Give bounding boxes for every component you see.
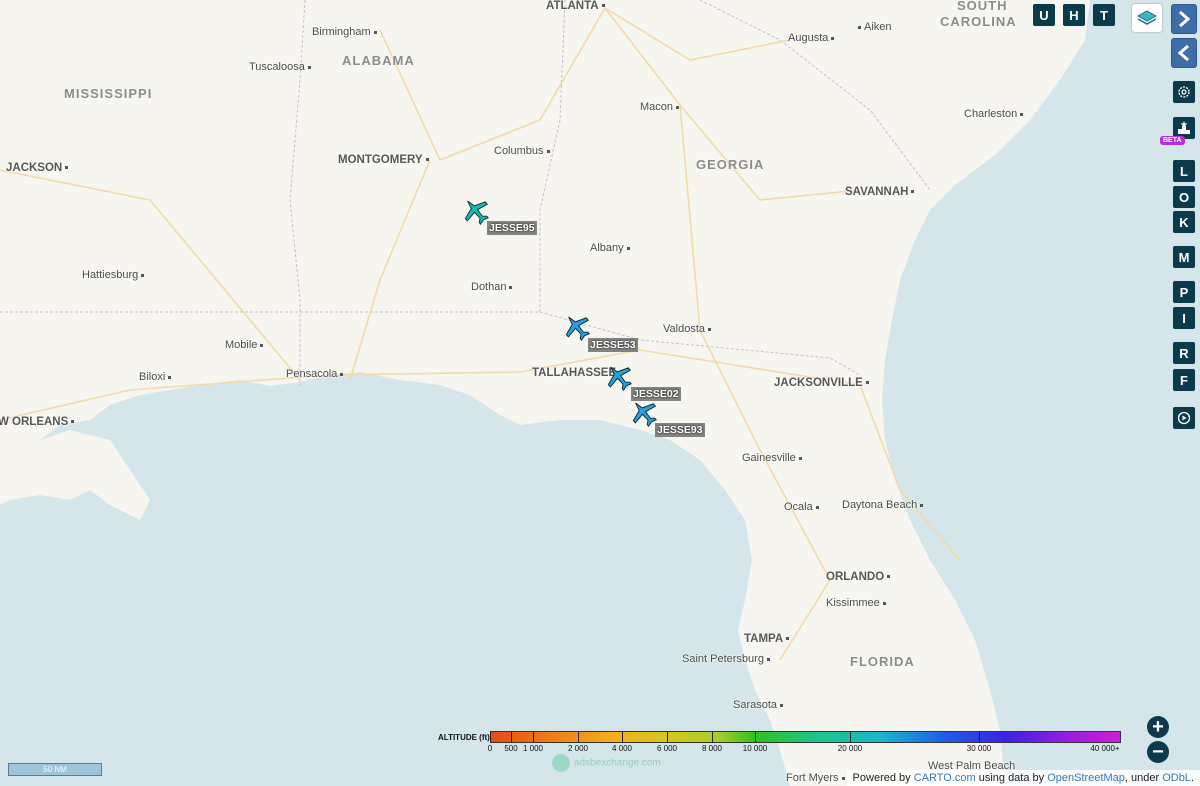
zoom-out-button[interactable]: − <box>1147 741 1169 763</box>
city-label: Kissimmee <box>826 597 886 609</box>
city-label: ORLANDO <box>826 571 891 583</box>
legend-tick <box>667 732 668 743</box>
replay-icon <box>1177 411 1191 425</box>
legend-tick <box>755 732 756 743</box>
legend-tick <box>712 732 713 743</box>
aircraft-callsign[interactable]: JESSE95 <box>487 221 537 235</box>
toggle-r-button[interactable]: R <box>1173 342 1195 364</box>
settings-button[interactable] <box>1173 81 1195 103</box>
osm-link[interactable]: OpenStreetMap <box>1047 772 1125 784</box>
city-label: Gainesville <box>742 452 802 464</box>
legend-tick-label: 20 000 <box>837 744 863 753</box>
legend-tick-label: 8 000 <box>701 744 723 753</box>
city-label: Charleston <box>964 108 1024 120</box>
city-label: Columbus <box>494 145 550 157</box>
city-label: Tuscaloosa <box>249 61 311 73</box>
city-label: Augusta <box>788 32 835 44</box>
scale-bar: 50 NM <box>8 763 102 776</box>
podium-icon <box>1178 121 1190 134</box>
aircraft-callsign[interactable]: JESSE93 <box>655 423 705 437</box>
carto-link[interactable]: CARTO.com <box>914 772 976 784</box>
toggle-m-button[interactable]: M <box>1173 246 1195 268</box>
chevron-left-icon <box>1177 44 1189 62</box>
legend-tick <box>490 732 491 743</box>
legend-tick-label: 1 000 <box>522 744 544 753</box>
expand-panel-button[interactable] <box>1171 4 1197 34</box>
toggle-f-button[interactable]: F <box>1173 369 1195 391</box>
city-label: JACKSON <box>6 162 69 174</box>
aircraft-callsign[interactable]: JESSE53 <box>588 338 638 352</box>
legend-tick-label: 40 000+ <box>1090 744 1120 753</box>
city-label: W ORLEANS <box>0 416 75 428</box>
legend-tick <box>511 732 512 743</box>
layers-button[interactable] <box>1132 4 1162 32</box>
altitude-legend-title: ALTITUDE (ft) <box>438 733 490 742</box>
odbl-link[interactable]: ODbL <box>1162 772 1191 784</box>
city-label: Saint Petersburg <box>682 653 770 665</box>
watermark: adsbexchange.com <box>552 754 661 772</box>
aircraft-icon[interactable] <box>604 362 634 392</box>
legend-tick-label: 4 000 <box>611 744 633 753</box>
city-label: Fort Myers <box>786 772 845 784</box>
city-label: JACKSONVILLE <box>774 377 869 389</box>
altitude-gradient-bar <box>490 731 1121 743</box>
state-label: ALABAMA <box>342 53 415 68</box>
state-label: FLORIDA <box>850 654 915 669</box>
legend-tick <box>622 732 623 743</box>
legend-tick-label: 500 <box>504 744 518 753</box>
legend-tick-label: 2 000 <box>567 744 589 753</box>
city-label: Pensacola <box>286 368 344 380</box>
toggle-i-button[interactable]: I <box>1173 307 1195 329</box>
toggle-k-button[interactable]: K <box>1173 211 1195 233</box>
watermark-logo-icon <box>552 754 570 772</box>
city-label: Albany <box>590 242 630 254</box>
legend-tick <box>979 732 980 743</box>
attribution: Powered by CARTO.com using data by OpenS… <box>846 770 1200 786</box>
city-label: ATLANTA <box>546 0 605 12</box>
city-label: Dothan <box>471 281 513 293</box>
city-label: SAVANNAH <box>845 186 915 198</box>
city-label: Aiken <box>858 21 892 33</box>
city-label: Biloxi <box>139 371 172 383</box>
collapse-panel-button[interactable] <box>1171 38 1197 68</box>
city-label: Ocala <box>784 501 819 513</box>
legend-tick <box>578 732 579 743</box>
toggle-o-button[interactable]: O <box>1173 186 1195 208</box>
city-label: Mobile <box>225 339 264 351</box>
city-label: TAMPA <box>744 633 790 645</box>
state-label: GEORGIA <box>696 157 765 172</box>
altitude-legend: ALTITUDE (ft) 0 500 1 000 2 000 4 000 6 … <box>436 730 1136 756</box>
city-label: Birmingham <box>312 26 377 38</box>
toggle-p-button[interactable]: P <box>1173 281 1195 303</box>
gear-icon <box>1178 86 1190 98</box>
state-label: MISSISSIPPI <box>64 86 153 101</box>
legend-tick-label: 30 000 <box>966 744 992 753</box>
city-label: MONTGOMERY <box>338 154 429 166</box>
layers-icon <box>1136 10 1158 25</box>
chevron-right-icon <box>1179 10 1191 28</box>
toggle-l-button[interactable]: L <box>1173 160 1195 182</box>
city-label: Valdosta <box>663 323 711 335</box>
replay-button[interactable] <box>1173 407 1195 429</box>
legend-tick-label: 6 000 <box>656 744 678 753</box>
city-label: Sarasota <box>733 699 784 711</box>
city-label: Hattiesburg <box>82 269 145 281</box>
toggle-t-button[interactable]: T <box>1093 4 1115 26</box>
toggle-h-button[interactable]: H <box>1063 4 1085 26</box>
beta-badge: BETA <box>1160 136 1185 145</box>
city-label: Macon <box>640 101 680 113</box>
state-label: SOUTH <box>957 0 1008 13</box>
legend-tick-label: 10 000 <box>742 744 768 753</box>
legend-tick <box>850 732 851 743</box>
toggle-u-button[interactable]: U <box>1033 4 1055 26</box>
city-label: Daytona Beach <box>842 499 924 511</box>
zoom-in-button[interactable]: + <box>1147 716 1169 738</box>
state-label: CAROLINA <box>940 14 1017 29</box>
legend-tick-label: 0 <box>487 744 493 753</box>
legend-tick <box>533 732 534 743</box>
